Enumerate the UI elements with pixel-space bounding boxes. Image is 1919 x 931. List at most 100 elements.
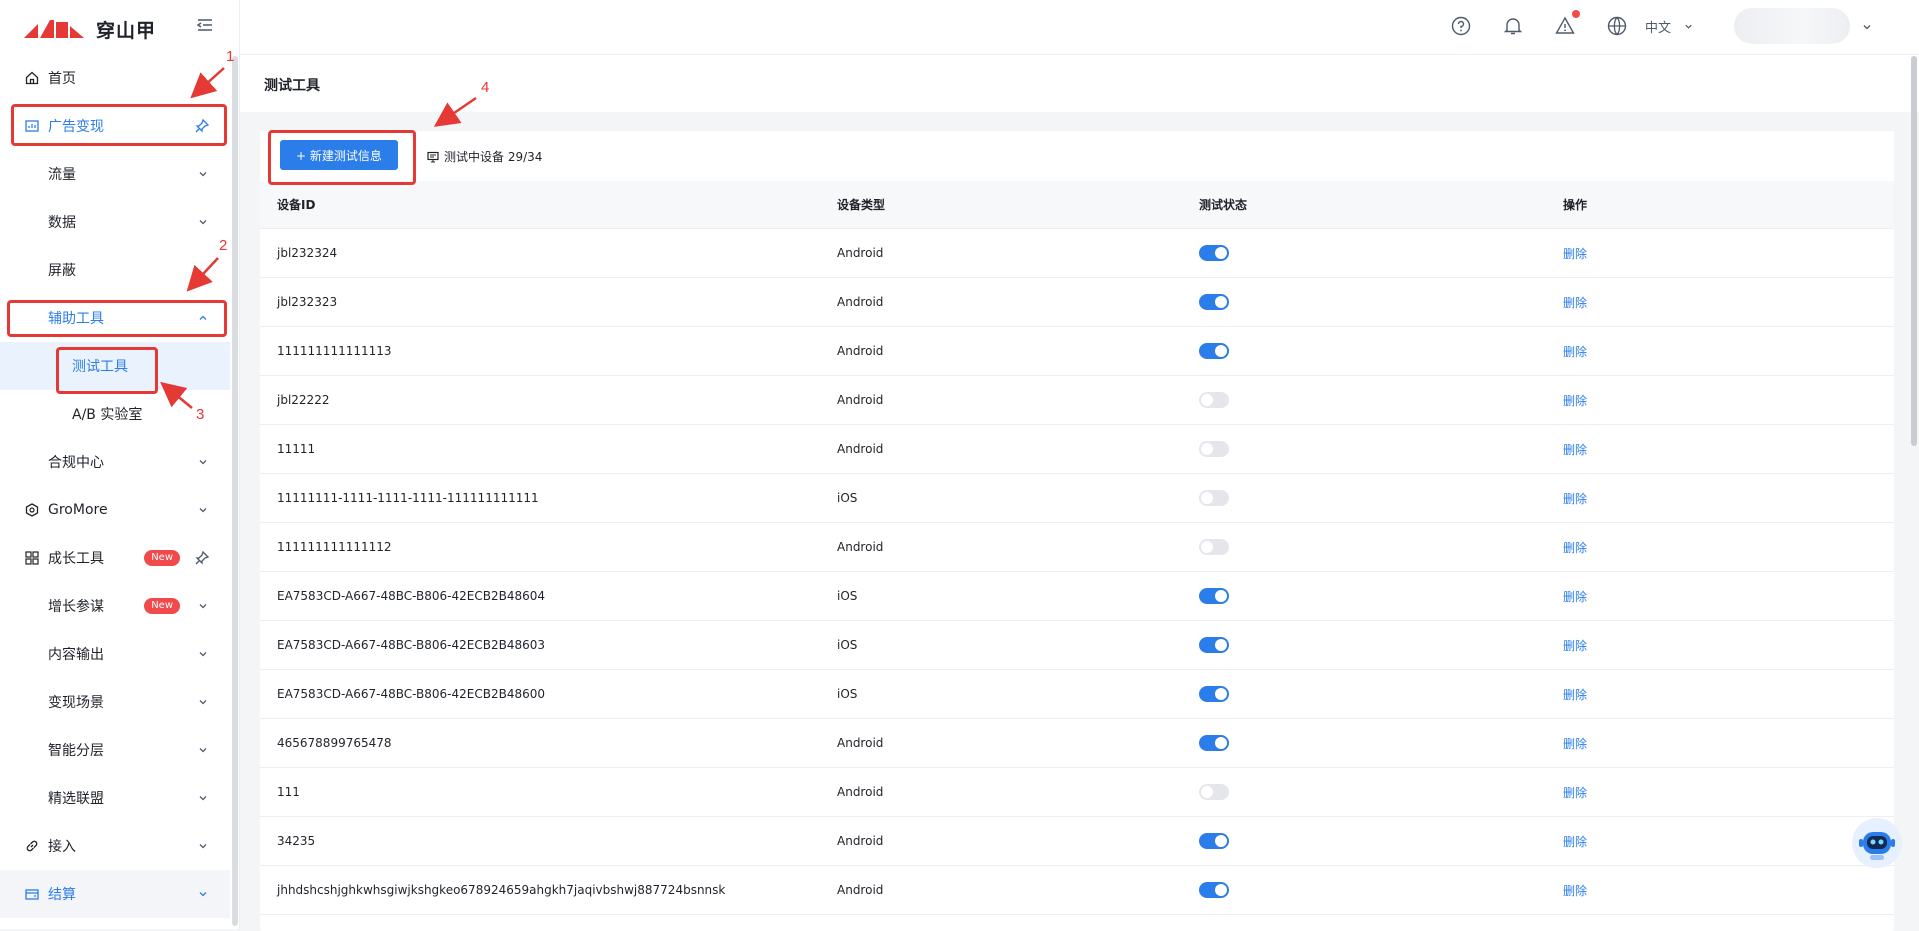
delete-link[interactable]: 删除 <box>1563 590 1587 604</box>
actions-cell: 删除 <box>1546 473 1894 523</box>
toggle-knob <box>1215 835 1227 847</box>
table-body: jbl232324 Android 删除 jbl232323 Android 删除 1111… <box>260 228 1894 915</box>
table-row: EA7583CD-A667-48BC-B806-42ECB2B48600 iOS 删… <box>260 669 1894 719</box>
delete-link[interactable]: 删除 <box>1563 345 1587 359</box>
test-status-toggle[interactable] <box>1199 833 1229 849</box>
alert-icon[interactable] <box>1554 15 1576 37</box>
wallet-icon <box>24 886 40 902</box>
chevron-down-icon <box>199 844 207 849</box>
chevron-down-icon[interactable] <box>1862 22 1872 32</box>
new-test-info-button[interactable]: + 新建测试信息 <box>280 140 398 170</box>
test-status-toggle[interactable] <box>1199 588 1229 604</box>
sidebar-item-growth-tools[interactable]: 成长工具 New <box>0 534 230 582</box>
bell-icon[interactable] <box>1502 15 1524 37</box>
device-type-cell: Android <box>820 424 1182 474</box>
delete-link[interactable]: 删除 <box>1563 639 1587 653</box>
sidebar-item-label: 广告变现 <box>48 119 104 135</box>
sidebar-item-gromore[interactable]: GroMore <box>0 486 230 534</box>
delete-link[interactable]: 删除 <box>1563 443 1587 457</box>
delete-link[interactable]: 删除 <box>1563 541 1587 555</box>
sidebar-item-test-tools[interactable]: 测试工具 <box>0 342 230 390</box>
grid-icon <box>24 550 40 566</box>
brand-logo[interactable]: 穿山甲 <box>24 14 156 44</box>
pin-icon[interactable] <box>194 118 210 134</box>
menu-collapse-icon[interactable] <box>196 16 214 34</box>
delete-link[interactable]: 删除 <box>1563 247 1587 261</box>
device-type-cell: Android <box>820 277 1182 327</box>
toggle-knob <box>1215 688 1227 700</box>
sidebar-item-integration[interactable]: 接入 <box>0 822 230 870</box>
sidebar-item-content-output[interactable]: 内容输出 <box>0 630 230 678</box>
sidebar-item-traffic[interactable]: 流量 <box>0 150 230 198</box>
test-status-toggle[interactable] <box>1199 735 1229 751</box>
sidebar-item-aux-tools[interactable]: 辅助工具 <box>0 294 230 342</box>
device-id-cell: 111 <box>260 767 820 817</box>
sidebar-item-home[interactable]: 首页 <box>0 54 230 102</box>
table-row: EA7583CD-A667-48BC-B806-42ECB2B48603 iOS 删… <box>260 620 1894 670</box>
sidebar-item-label: 首页 <box>48 71 76 87</box>
sidebar-scrollbar[interactable] <box>232 56 238 926</box>
test-status-toggle[interactable] <box>1199 784 1229 800</box>
sidebar-item-settlement[interactable]: 结算 <box>0 870 230 918</box>
test-status-toggle[interactable] <box>1199 392 1229 408</box>
test-status-toggle[interactable] <box>1199 882 1229 898</box>
test-status-cell <box>1182 767 1546 817</box>
language-selector[interactable]: 中文 <box>1645 17 1671 36</box>
sidebar-item-growth-advisor[interactable]: 增长参谋 New <box>0 582 230 630</box>
test-status-toggle[interactable] <box>1199 686 1229 702</box>
sidebar-item-compliance[interactable]: 合规中心 <box>0 438 230 486</box>
user-avatar[interactable] <box>1734 8 1850 44</box>
toggle-knob <box>1201 541 1213 553</box>
sidebar-item-ad-monetization[interactable]: 广告变现 <box>0 102 230 150</box>
test-status-toggle[interactable] <box>1199 343 1229 359</box>
sidebar-item-label: 增长参谋 <box>48 599 104 615</box>
sidebar-item-monetization-scenes[interactable]: 变现场景 <box>0 678 230 726</box>
pin-icon[interactable] <box>194 550 210 566</box>
test-status-cell <box>1182 424 1546 474</box>
delete-link[interactable]: 删除 <box>1563 835 1587 849</box>
sidebar-item-smart-tiering[interactable]: 智能分层 <box>0 726 230 774</box>
device-type-cell: Android <box>820 816 1182 866</box>
sidebar-item-block[interactable]: 屏蔽 <box>0 246 230 294</box>
column-header-test-status[interactable]: 测试状态 <box>1182 181 1546 229</box>
test-status-toggle[interactable] <box>1199 539 1229 555</box>
test-status-cell <box>1182 228 1546 278</box>
test-status-cell <box>1182 473 1546 523</box>
sidebar-item-label: 接入 <box>48 839 76 855</box>
column-header-device-type[interactable]: 设备类型 <box>820 181 1182 229</box>
test-status-toggle[interactable] <box>1199 294 1229 310</box>
globe-icon[interactable] <box>1606 15 1628 37</box>
page-scrollbar[interactable] <box>1911 56 1917 446</box>
toggle-knob <box>1215 590 1227 602</box>
test-status-toggle[interactable] <box>1199 441 1229 457</box>
column-header-device-id[interactable]: 设备ID <box>260 181 820 229</box>
delete-link[interactable]: 删除 <box>1563 492 1587 506</box>
delete-link[interactable]: 删除 <box>1563 394 1587 408</box>
sidebar-item-featured-alliance[interactable]: 精选联盟 <box>0 774 230 822</box>
test-status-toggle[interactable] <box>1199 490 1229 506</box>
delete-link[interactable]: 删除 <box>1563 688 1587 702</box>
sidebar-item-data[interactable]: 数据 <box>0 198 230 246</box>
assistant-robot-button[interactable] <box>1852 818 1902 868</box>
sidebar-item-label: 内容输出 <box>48 647 104 663</box>
device-type-cell: Android <box>820 767 1182 817</box>
toggle-knob <box>1215 247 1227 259</box>
delete-link[interactable]: 删除 <box>1563 296 1587 310</box>
test-status-toggle[interactable] <box>1199 637 1229 653</box>
delete-link[interactable]: 删除 <box>1563 737 1587 751</box>
table-header-row: 设备ID 设备类型 测试状态 操作 <box>260 181 1894 229</box>
table-row: 111111111111113 Android 删除 <box>260 326 1894 376</box>
test-status-toggle[interactable] <box>1199 245 1229 261</box>
table-row: jbl232323 Android 删除 <box>260 277 1894 327</box>
sidebar-item-label: 合规中心 <box>48 455 104 471</box>
actions-cell: 删除 <box>1546 277 1894 327</box>
brand-mark-icon <box>24 20 84 38</box>
delete-link[interactable]: 删除 <box>1563 884 1587 898</box>
delete-link[interactable]: 删除 <box>1563 786 1587 800</box>
home-icon <box>24 70 40 86</box>
toggle-knob <box>1215 737 1227 749</box>
chevron-down-icon <box>199 700 207 705</box>
help-icon[interactable] <box>1450 15 1472 37</box>
table-row: 111 Android 删除 <box>260 767 1894 817</box>
device-count: 测试中设备 29/34 <box>427 148 542 165</box>
